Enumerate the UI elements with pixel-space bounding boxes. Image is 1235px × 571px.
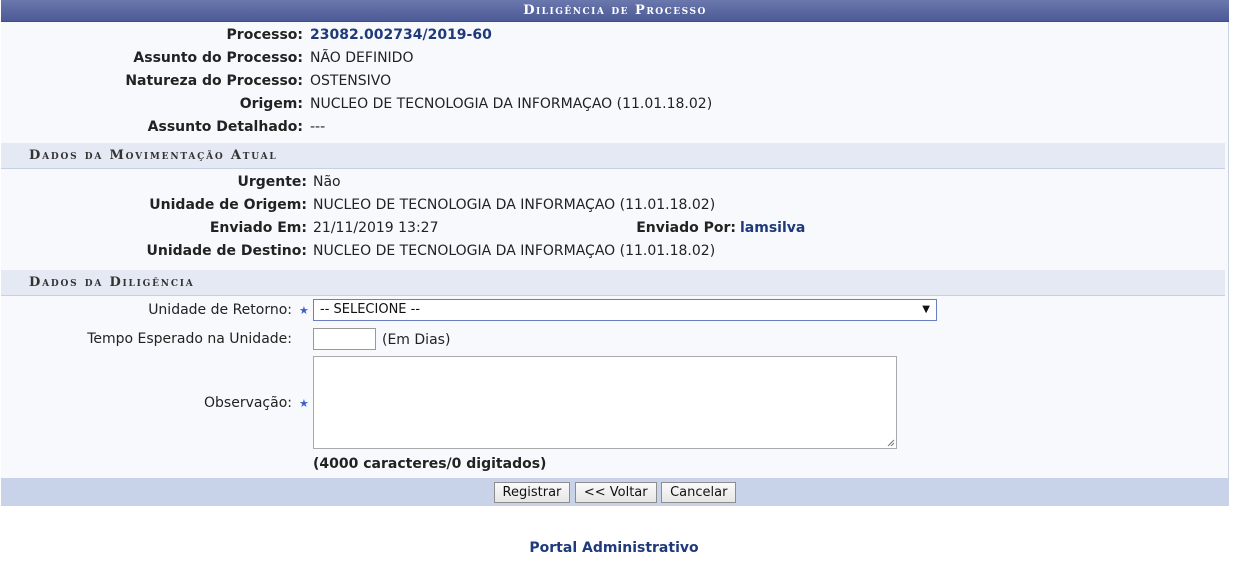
enviado-em-label: Enviado Em: (209, 220, 307, 236)
portal-administrativo-link[interactable]: Portal Administrativo (0, 540, 1228, 556)
unidade-destino-row: Unidade de Destino: NUCLEO DE TECNOLOGIA… (0, 240, 1228, 263)
enviado-por-label: Enviado Por: (636, 220, 736, 236)
page-title: Diligência de Processo (1, 0, 1229, 22)
natureza-label: Natureza do Processo: (125, 73, 303, 89)
button-bar: Registrar << Voltar Cancelar (1, 478, 1229, 506)
urgente-row: Urgente: Não (0, 171, 1228, 194)
voltar-button[interactable]: << Voltar (574, 482, 657, 503)
tempo-esperado-input[interactable] (313, 328, 376, 350)
assunto-row: Assunto do Processo: NÃO DEFINIDO (0, 47, 1228, 70)
assunto-label: Assunto do Processo: (133, 50, 303, 66)
enviado-row: Enviado Em: 21/11/2019 13:27 Enviado Por… (0, 217, 1228, 240)
observacao-label: Observação: (204, 395, 292, 411)
assunto-detalhado-value: --- (310, 119, 326, 135)
unidade-destino-label: Unidade de Destino: (146, 243, 307, 259)
section-movimentacao: Dados da Movimentação Atual (1, 143, 1225, 169)
unidade-origem-row: Unidade de Origem: NUCLEO DE TECNOLOGIA … (0, 194, 1228, 217)
resize-handle-icon[interactable] (887, 439, 895, 447)
section-diligencia: Dados da Diligência (1, 270, 1225, 296)
origem-row: Origem: NUCLEO DE TECNOLOGIA DA INFORMAÇ… (0, 93, 1228, 116)
unidade-origem-value: NUCLEO DE TECNOLOGIA DA INFORMAÇAO (11.0… (313, 197, 716, 213)
unidade-origem-label: Unidade de Origem: (149, 197, 307, 213)
assunto-detalhado-row: Assunto Detalhado: --- (0, 116, 1228, 139)
assunto-detalhado-label: Assunto Detalhado: (147, 119, 303, 135)
dropdown-arrow-icon: ▼ (922, 304, 930, 315)
observacao-textarea[interactable] (313, 356, 897, 449)
assunto-value: NÃO DEFINIDO (310, 50, 414, 66)
character-counter: (4000 caracteres/0 digitados) (313, 456, 547, 472)
processo-label: Processo: (226, 27, 303, 43)
processo-link[interactable]: 23082.002734/2019-60 (310, 24, 492, 47)
processo-row: Processo: 23082.002734/2019-60 (0, 24, 1228, 47)
natureza-value: OSTENSIVO (310, 73, 392, 89)
urgente-value: Não (313, 174, 341, 190)
urgente-label: Urgente: (237, 174, 307, 190)
natureza-row: Natureza do Processo: OSTENSIVO (0, 70, 1228, 93)
registrar-button[interactable]: Registrar (493, 482, 571, 503)
required-star-icon: ★ (299, 397, 309, 410)
enviado-por-link[interactable]: lamsilva (740, 217, 805, 240)
unidade-retorno-label: Unidade de Retorno: (148, 302, 292, 318)
unidade-retorno-selected: -- SELECIONE -- (320, 302, 421, 317)
origem-value: NUCLEO DE TECNOLOGIA DA INFORMAÇAO (11.0… (310, 96, 713, 112)
cancelar-button[interactable]: Cancelar (661, 482, 737, 503)
tempo-unit-label: (Em Dias) (382, 332, 451, 348)
enviado-em-value: 21/11/2019 13:27 (313, 220, 439, 236)
required-star-icon: ★ (299, 304, 309, 317)
tempo-esperado-label: Tempo Esperado na Unidade: (87, 331, 292, 347)
unidade-retorno-select[interactable]: -- SELECIONE -- ▼ (313, 299, 937, 321)
unidade-destino-value: NUCLEO DE TECNOLOGIA DA INFORMAÇAO (11.0… (313, 243, 716, 259)
origem-label: Origem: (239, 96, 303, 112)
